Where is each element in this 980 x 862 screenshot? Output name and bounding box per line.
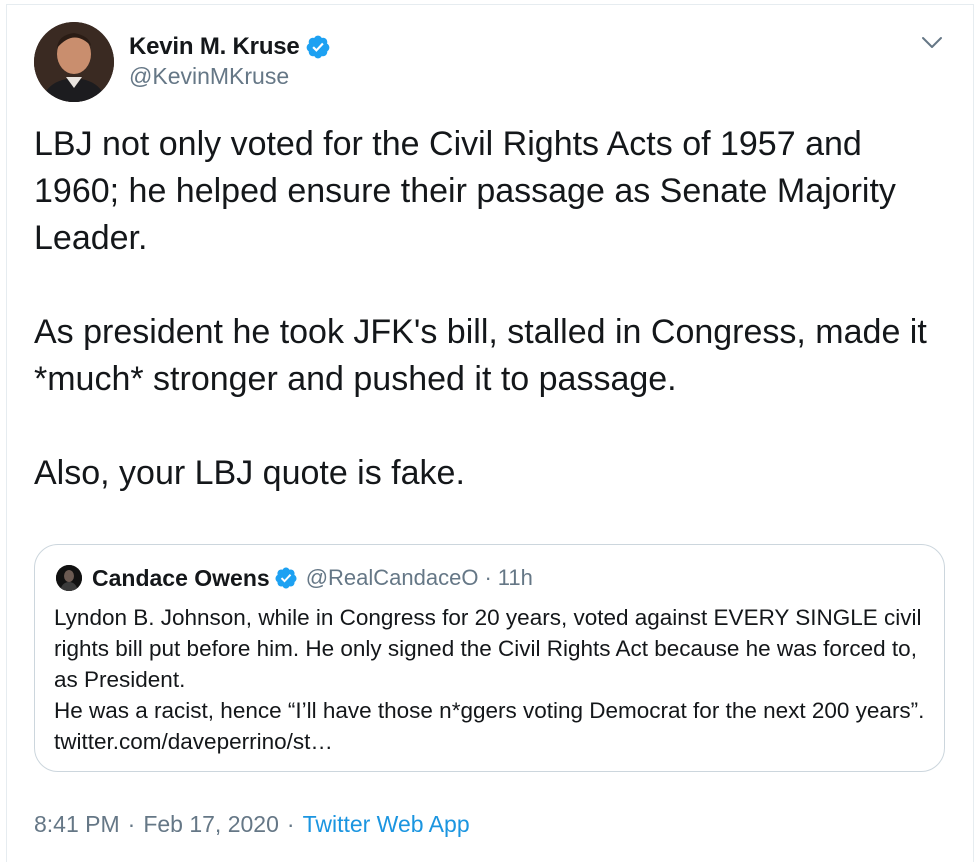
separator-dot: · — [484, 565, 492, 590]
quoted-author-name[interactable]: Candace Owens — [92, 565, 270, 592]
quoted-tweet-header: Candace Owens @RealCandaceO · 11h — [56, 563, 533, 593]
tweet-paragraph: LBJ not only voted for the Civil Rights … — [34, 125, 896, 257]
tweet-source-link[interactable]: Twitter Web App — [303, 811, 470, 838]
verified-badge-icon — [306, 35, 329, 59]
author-name[interactable]: Kevin M. Kruse — [129, 33, 300, 61]
tweet-card: Kevin M. Kruse @KevinMKruse LBJ not only… — [6, 4, 974, 862]
tweet-metadata: 8:41 PM · Feb 17, 2020 · Twitter Web App — [34, 811, 470, 838]
profile-photo-icon — [56, 565, 82, 591]
quoted-author-handle[interactable]: @RealCandaceO — [306, 565, 479, 591]
author-handle[interactable]: @KevinMKruse — [129, 63, 289, 90]
quoted-timestamp[interactable]: 11h — [498, 565, 533, 591]
quoted-tweet-line: Lyndon B. Johnson, while in Congress for… — [54, 605, 922, 692]
tweet-paragraph: Also, your LBJ quote is fake. — [34, 454, 465, 492]
verified-badge-icon — [275, 567, 297, 589]
quoted-author-avatar[interactable] — [56, 565, 82, 591]
separator-dot: · — [286, 811, 295, 837]
tweet-date[interactable]: Feb 17, 2020 — [143, 811, 279, 838]
separator-dot: · — [127, 811, 136, 837]
profile-photo-icon — [34, 22, 114, 102]
quoted-tweet[interactable]: Candace Owens @RealCandaceO · 11h Lyndon… — [34, 544, 945, 772]
author-name-row[interactable]: Kevin M. Kruse — [129, 31, 331, 63]
tweet-text: LBJ not only voted for the Civil Rights … — [34, 121, 954, 497]
tweet-paragraph: As president he took JFK's bill, stalled… — [34, 313, 927, 398]
tweet-time[interactable]: 8:41 PM — [34, 811, 120, 838]
quoted-tweet-text: Lyndon B. Johnson, while in Congress for… — [54, 602, 934, 757]
author-avatar[interactable] — [34, 22, 114, 102]
chevron-down-icon[interactable] — [917, 32, 947, 54]
quoted-tweet-line: He was a racist, hence “I’ll have those … — [54, 698, 925, 754]
